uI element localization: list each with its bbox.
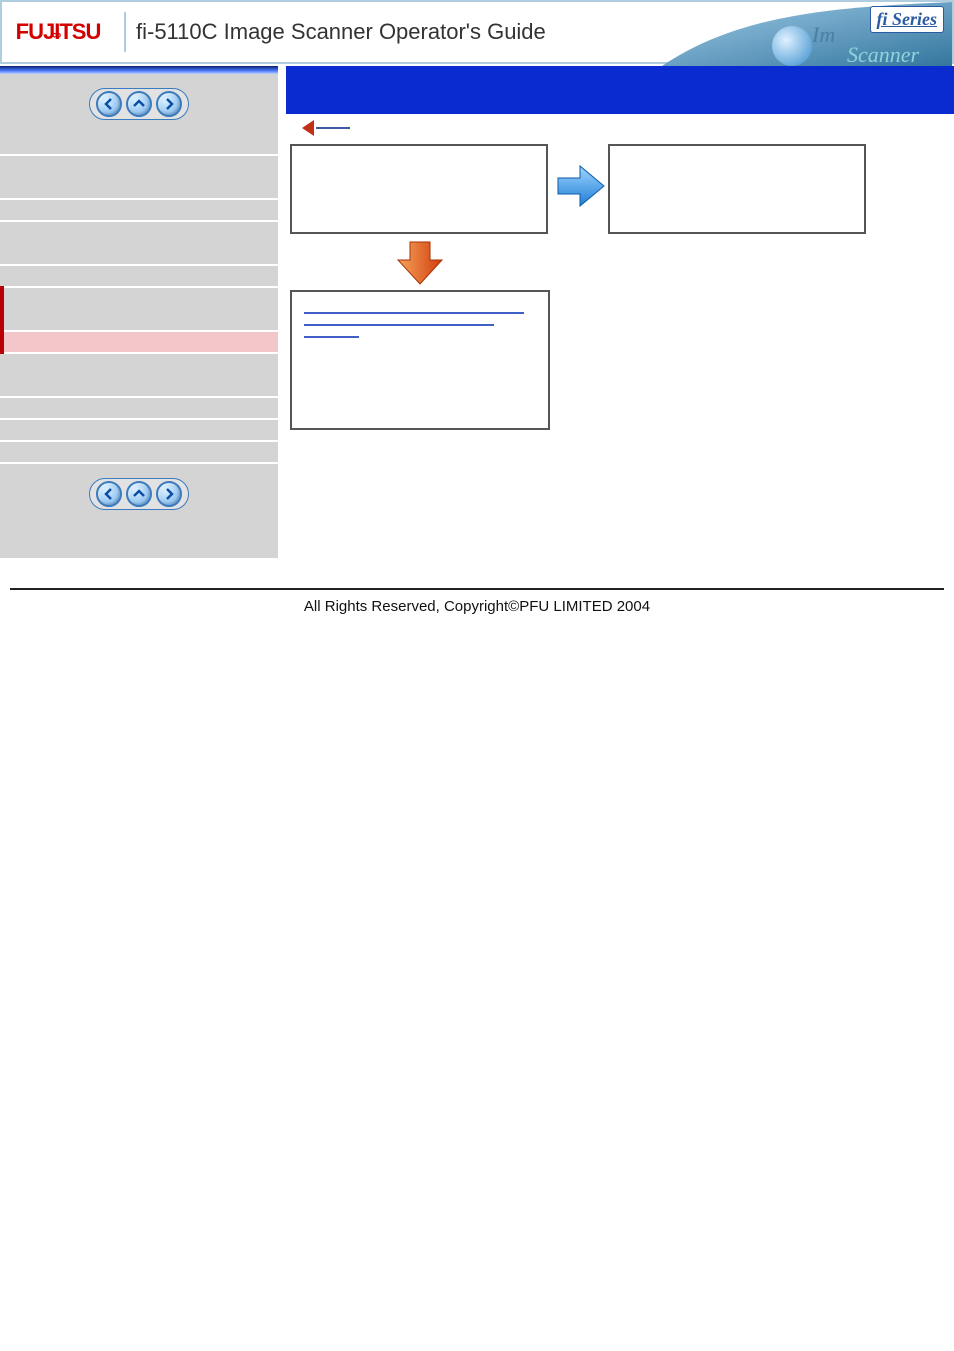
nav-up-button[interactable] xyxy=(126,91,152,117)
copyright-text: All Rights Reserved, Copyright©PFU LIMIT… xyxy=(0,598,954,615)
sidebar-item-4[interactable] xyxy=(0,222,278,266)
nav-prev-button-bottom[interactable] xyxy=(96,481,122,507)
nav-next-button-bottom[interactable] xyxy=(156,481,182,507)
sidebar-item-9[interactable] xyxy=(0,398,278,420)
flow-box-a xyxy=(290,144,548,234)
footer-divider xyxy=(10,588,944,590)
sidebar-item-1[interactable] xyxy=(0,134,278,156)
sidebar-bottom-pad xyxy=(0,524,278,558)
sidebar-top-bar xyxy=(0,66,278,74)
sidebar-item-8[interactable] xyxy=(0,354,278,398)
back-triangle-icon xyxy=(302,120,314,136)
nav-prev-button[interactable] xyxy=(96,91,122,117)
logo-infinity-icon: ∞ xyxy=(52,27,60,42)
link-line-2[interactable] xyxy=(304,324,494,326)
sidebar-item-3[interactable] xyxy=(0,200,278,222)
back-line-icon xyxy=(316,127,350,129)
nav-bottom xyxy=(0,464,278,524)
sidebar-item-7-active[interactable] xyxy=(0,332,278,354)
sidebar xyxy=(0,66,278,558)
flow-box-b xyxy=(608,144,866,234)
sidebar-item-6[interactable] xyxy=(0,288,278,332)
fujitsu-logo: ∞ FUJITSU xyxy=(2,19,114,45)
arrow-down-icon xyxy=(290,238,550,286)
header-divider xyxy=(124,12,126,52)
link-line-1[interactable] xyxy=(304,312,524,314)
sidebar-list xyxy=(0,134,278,464)
main-content xyxy=(278,66,954,558)
sidebar-item-11[interactable] xyxy=(0,442,278,464)
svg-text:Im: Im xyxy=(811,22,835,47)
header-art: Im Scanner fi Series xyxy=(662,2,952,62)
arrow-right-icon xyxy=(550,158,606,214)
body xyxy=(0,64,954,558)
scanner-word: Scanner xyxy=(847,42,920,66)
page-title: fi-5110C Image Scanner Operator's Guide xyxy=(136,19,546,45)
sidebar-item-10[interactable] xyxy=(0,420,278,442)
flow-row xyxy=(286,140,954,238)
fi-series-badge: fi Series xyxy=(870,6,945,33)
nav-top xyxy=(0,74,278,134)
app-header: ∞ FUJITSU fi-5110C Image Scanner Operato… xyxy=(0,0,954,64)
nav-up-button-bottom[interactable] xyxy=(126,481,152,507)
nav-next-button[interactable] xyxy=(156,91,182,117)
flow-box-c xyxy=(290,290,550,430)
sidebar-item-2[interactable] xyxy=(0,156,278,200)
sidebar-item-5[interactable] xyxy=(0,266,278,288)
link-line-3[interactable] xyxy=(304,336,359,338)
back-link[interactable] xyxy=(302,120,954,136)
section-heading-bar xyxy=(286,66,954,114)
